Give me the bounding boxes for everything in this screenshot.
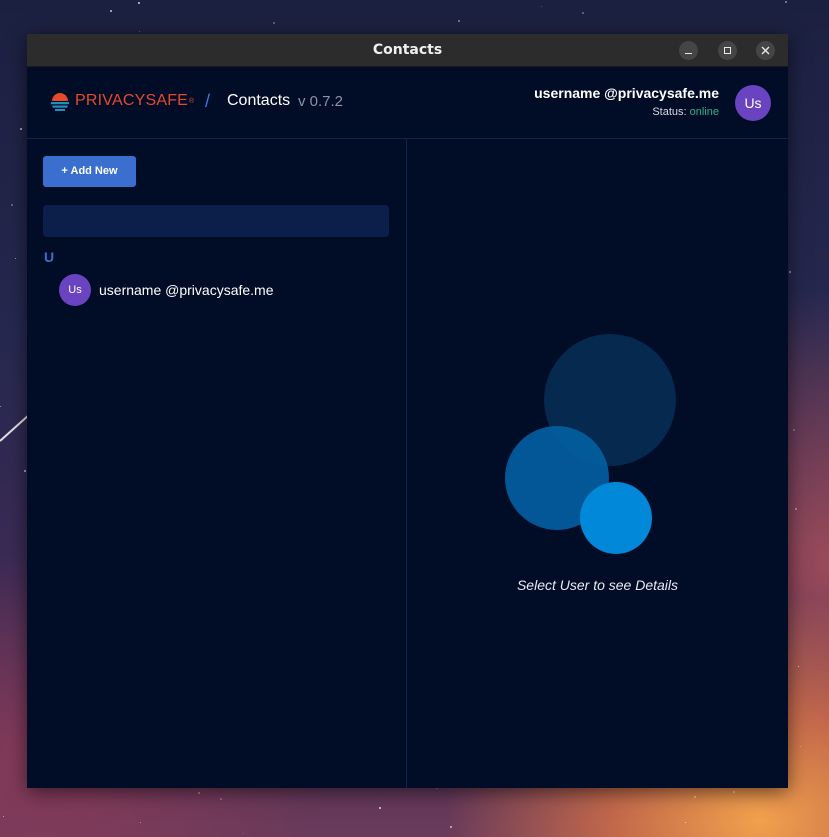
star bbox=[220, 798, 222, 800]
minimize-button[interactable] bbox=[679, 41, 698, 60]
empty-state-illustration-circle-small bbox=[580, 482, 652, 554]
breadcrumb-separator: / bbox=[205, 91, 211, 111]
star bbox=[793, 429, 795, 431]
shooting-star bbox=[0, 413, 31, 442]
page-title: Contacts bbox=[227, 92, 291, 109]
app-header: PRIVACYSAFE ® / Contacts v 0.7.2 username… bbox=[27, 67, 788, 139]
star bbox=[582, 12, 584, 14]
star bbox=[785, 1, 787, 3]
star bbox=[3, 816, 4, 817]
brand-registered-mark: ® bbox=[189, 97, 195, 105]
star bbox=[198, 792, 200, 794]
star bbox=[24, 470, 26, 472]
star bbox=[800, 746, 801, 747]
add-new-contact-button[interactable]: + Add New bbox=[43, 156, 136, 187]
window-title: Contacts bbox=[372, 42, 443, 58]
empty-state-hint: Select User to see Details bbox=[516, 577, 679, 593]
star bbox=[789, 271, 791, 273]
star bbox=[379, 807, 381, 809]
star bbox=[11, 204, 13, 206]
contacts-window: Contacts PRIVACYSAFE ® / Contacts v 0.7.2… bbox=[27, 34, 788, 788]
star bbox=[733, 791, 735, 793]
privacysafe-logo-icon bbox=[51, 93, 69, 111]
star bbox=[685, 822, 686, 823]
contact-list-item[interactable]: Us username @privacysafe.me bbox=[59, 274, 274, 306]
privacysafe-logo[interactable]: PRIVACYSAFE ® bbox=[49, 89, 194, 113]
status-value: online bbox=[689, 106, 719, 118]
star bbox=[15, 258, 16, 259]
close-icon bbox=[761, 46, 770, 55]
status-label: Status: bbox=[652, 106, 687, 118]
contact-group-letter: U bbox=[44, 249, 55, 265]
star bbox=[0, 406, 1, 407]
star bbox=[20, 128, 22, 130]
contacts-sidebar: + Add New U Us username @privacysafe.me bbox=[27, 139, 407, 788]
close-button[interactable] bbox=[756, 41, 775, 60]
star bbox=[795, 508, 797, 510]
contact-name: username @privacysafe.me bbox=[99, 282, 274, 298]
app-version: v 0.7.2 bbox=[298, 93, 344, 110]
star bbox=[139, 31, 140, 32]
brand-name: PRIVACYSAFE bbox=[75, 92, 189, 109]
star bbox=[273, 22, 275, 24]
star bbox=[140, 822, 141, 823]
contact-details-panel: Select User to see Details bbox=[407, 139, 788, 788]
star bbox=[138, 2, 140, 4]
user-avatar[interactable]: Us bbox=[735, 85, 771, 121]
user-status: Status: online bbox=[652, 106, 719, 118]
contact-avatar: Us bbox=[59, 274, 91, 306]
star bbox=[450, 826, 452, 828]
star bbox=[798, 666, 799, 667]
maximize-button[interactable] bbox=[718, 41, 737, 60]
star bbox=[541, 6, 542, 7]
contact-search-input[interactable] bbox=[43, 205, 389, 237]
star bbox=[458, 20, 460, 22]
star bbox=[694, 796, 696, 798]
current-user-name: username @privacysafe.me bbox=[534, 85, 719, 101]
star bbox=[243, 833, 244, 834]
window-titlebar[interactable]: Contacts bbox=[27, 34, 788, 67]
star bbox=[110, 10, 112, 12]
